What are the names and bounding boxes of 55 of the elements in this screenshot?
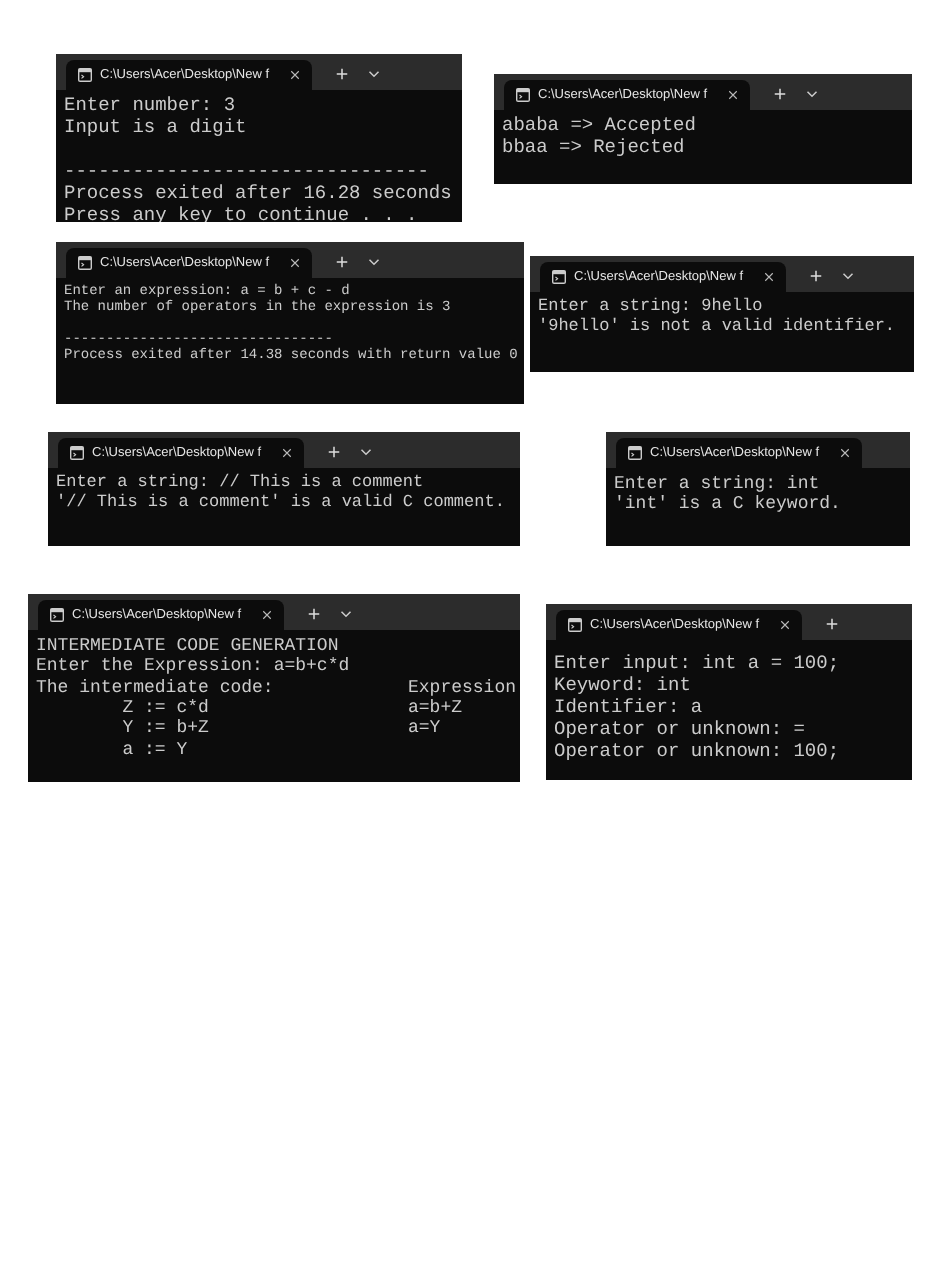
console-text: bbaa => Rejected bbox=[502, 137, 685, 160]
terminal-icon bbox=[78, 68, 92, 82]
new-tab-icon[interactable] bbox=[307, 608, 320, 620]
new-tab-icon[interactable] bbox=[809, 270, 822, 282]
console-text: Input is a digit bbox=[64, 117, 247, 140]
console-text: Enter a string: // This is a comment bbox=[56, 474, 424, 493]
close-icon[interactable] bbox=[281, 448, 292, 458]
new-tab-icon[interactable] bbox=[327, 446, 340, 458]
close-icon[interactable] bbox=[839, 448, 850, 458]
close-icon[interactable] bbox=[727, 90, 738, 100]
console-text: Enter a string: int bbox=[614, 474, 820, 495]
new-tab-icon[interactable] bbox=[773, 88, 786, 100]
chevron-down-icon[interactable] bbox=[805, 90, 818, 98]
console-text: Expression bbox=[408, 677, 517, 699]
console-text: Identifier: a bbox=[554, 697, 703, 720]
terminal-icon bbox=[628, 446, 642, 460]
console-text: Enter a string: 9hello bbox=[538, 298, 763, 317]
console-text: a=Y bbox=[408, 718, 441, 740]
console-text: The intermediate code: bbox=[36, 677, 274, 699]
console-text: '9hello' is not a valid identifier. bbox=[538, 317, 896, 338]
terminal-icon bbox=[78, 256, 92, 270]
close-icon[interactable] bbox=[261, 610, 272, 620]
close-icon[interactable] bbox=[779, 620, 790, 630]
chevron-down-icon[interactable] bbox=[339, 610, 352, 618]
console-text: Enter the Expression: a=b+c*d bbox=[36, 656, 350, 678]
terminal-icon bbox=[70, 446, 84, 460]
new-tab-icon[interactable] bbox=[825, 618, 838, 630]
close-icon[interactable] bbox=[289, 70, 300, 80]
chevron-down-icon[interactable] bbox=[367, 70, 380, 78]
console-text: Z := c*d bbox=[120, 698, 209, 719]
console-text: ababa => Accepted bbox=[502, 116, 696, 138]
console-text: a=b+Z bbox=[408, 698, 463, 719]
terminal-icon bbox=[568, 618, 582, 632]
terminal-icon bbox=[516, 88, 530, 102]
console-text: Keyword: int bbox=[554, 675, 691, 698]
chevron-down-icon[interactable] bbox=[367, 258, 380, 266]
terminal-icon bbox=[552, 270, 566, 284]
console-text: INTERMEDIATE CODE GENERATION bbox=[36, 636, 339, 657]
close-icon[interactable] bbox=[289, 258, 300, 268]
console-text: Y := b+Z bbox=[120, 718, 209, 740]
console-text: a := Y bbox=[120, 739, 188, 761]
console-text: Operator or unknown: 100; bbox=[554, 741, 840, 764]
close-icon[interactable] bbox=[763, 272, 774, 282]
console-text: Operator or unknown: = bbox=[554, 719, 805, 742]
console-text: -------------------------------- bbox=[64, 161, 429, 184]
terminal-icon bbox=[50, 608, 64, 622]
console-text: Enter input: int a = 100; bbox=[554, 654, 840, 676]
console-text: '// This is a comment' is a valid C comment. bbox=[56, 493, 505, 514]
chevron-down-icon[interactable] bbox=[359, 448, 372, 456]
new-tab-icon[interactable] bbox=[335, 68, 348, 80]
console-text: Process exited after 16.28 seconds bbox=[64, 183, 452, 206]
console-text: Enter number: 3 bbox=[64, 96, 236, 118]
chevron-down-icon[interactable] bbox=[841, 272, 854, 280]
new-tab-icon[interactable] bbox=[335, 256, 348, 268]
console-text: 'int' is a C keyword. bbox=[614, 494, 841, 516]
